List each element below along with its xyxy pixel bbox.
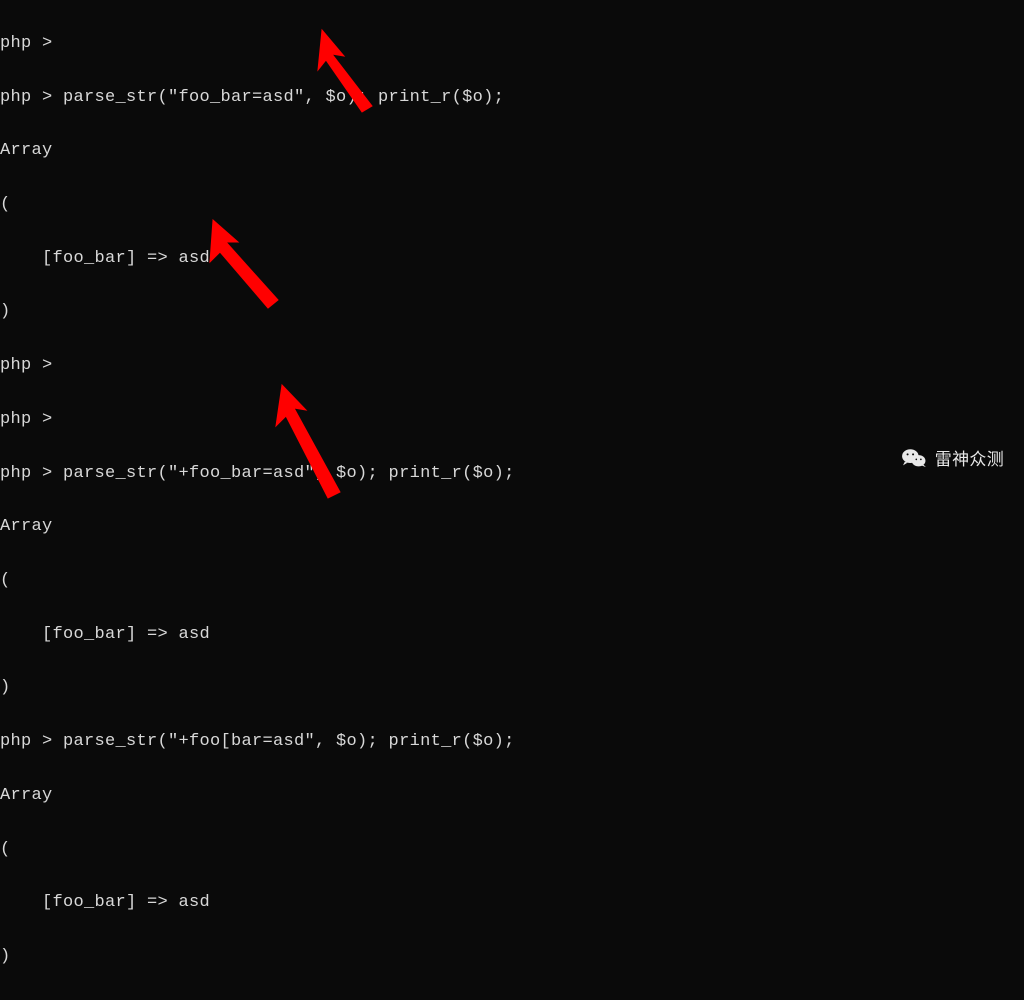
- terminal-line: Array: [0, 514, 1024, 541]
- watermark-text: 雷神众测: [935, 445, 1004, 470]
- terminal-line: ): [0, 299, 1024, 326]
- terminal-line: php >: [0, 31, 1024, 58]
- terminal-line: php > parse_str("+foo[bar=asd", $o); pri…: [0, 729, 1024, 756]
- terminal-output: php > php > parse_str("foo_bar=asd", $o)…: [0, 4, 1024, 1000]
- terminal-line: (: [0, 192, 1024, 219]
- watermark: 雷神众测: [901, 445, 1004, 470]
- terminal-line: [foo_bar] => asd: [0, 246, 1024, 273]
- terminal-line: php > parse_str("foo_bar=asd", $o); prin…: [0, 85, 1024, 112]
- terminal-line: ): [0, 675, 1024, 702]
- terminal-line: php >: [0, 353, 1024, 380]
- terminal-line: Array: [0, 783, 1024, 810]
- terminal-line: ): [0, 944, 1024, 971]
- terminal-line: [foo_bar] => asd: [0, 622, 1024, 649]
- terminal-line: (: [0, 568, 1024, 595]
- wechat-icon: [901, 447, 927, 469]
- terminal-line: (: [0, 837, 1024, 864]
- terminal-line: php > parse_str("+foo_bar=asd", $o); pri…: [0, 461, 1024, 488]
- terminal-line: php >: [0, 407, 1024, 434]
- terminal-prompt-line[interactable]: php >: [0, 998, 1024, 1000]
- terminal-line: Array: [0, 138, 1024, 165]
- terminal-line: [foo_bar] => asd: [0, 890, 1024, 917]
